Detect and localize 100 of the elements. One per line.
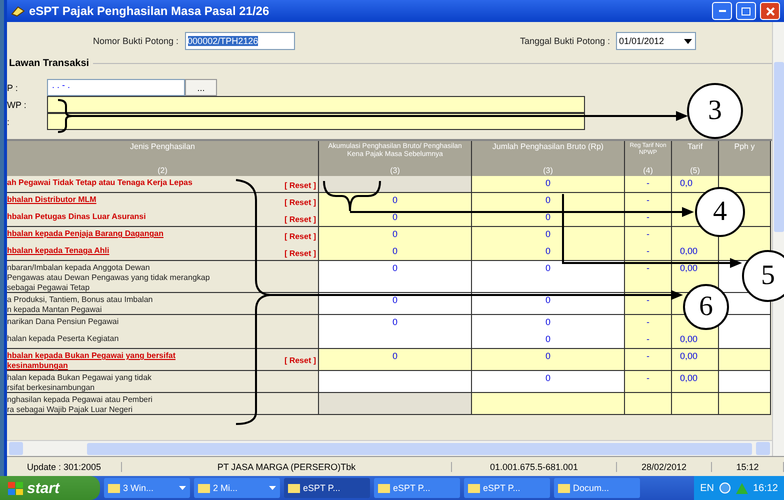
browse-button[interactable]: ... bbox=[185, 79, 217, 96]
table-cell: - bbox=[625, 371, 672, 393]
row-link[interactable]: hbalan kepada Bukan Pegawai yang bersifat kesinambungan bbox=[7, 351, 176, 371]
row-link[interactable]: hbalan kepada Penjaja Barang Dagangan bbox=[7, 229, 164, 239]
row-link[interactable]: hbalan kepada Tenaga Ahli bbox=[7, 246, 110, 256]
reset-link[interactable]: [ Reset ] bbox=[284, 198, 316, 207]
table-cell: 0 bbox=[319, 193, 472, 210]
brace-drawing bbox=[323, 180, 381, 212]
tray-icon[interactable] bbox=[718, 482, 731, 494]
table-cell bbox=[719, 371, 771, 393]
field-label: P : bbox=[7, 82, 19, 92]
taskbar-button[interactable]: eSPT P... bbox=[464, 478, 550, 498]
table-cell bbox=[672, 393, 719, 415]
row-link[interactable]: hbalan Petugas Dinas Luar Asuransi bbox=[7, 212, 146, 222]
window-icon bbox=[378, 484, 390, 492]
language-indicator[interactable]: EN bbox=[700, 482, 714, 494]
reset-link[interactable]: [ Reset ] bbox=[284, 180, 316, 190]
column-header: Tarif (5) bbox=[672, 141, 719, 176]
nomor-field[interactable]: 000002/TPH2126 bbox=[184, 32, 295, 50]
window-icon bbox=[288, 484, 300, 492]
table-cell: 0 bbox=[319, 315, 472, 332]
close-icon bbox=[766, 6, 774, 16]
reset-link[interactable]: [ Reset ] bbox=[284, 356, 316, 365]
brace-drawing bbox=[58, 99, 73, 133]
scrollbar-thumb[interactable] bbox=[87, 442, 752, 454]
column-header: Pph y bbox=[719, 141, 771, 176]
table-cell: 0,00 bbox=[672, 244, 719, 261]
table-cell: 0 bbox=[472, 371, 625, 393]
input-field[interactable] bbox=[47, 96, 585, 113]
table-cell bbox=[719, 393, 771, 415]
window-icon bbox=[558, 484, 570, 492]
windows-logo-icon bbox=[8, 482, 23, 494]
table-cell: 0 bbox=[319, 293, 472, 315]
table-cell: 0,00 bbox=[672, 332, 719, 349]
taskbar-button[interactable]: eSPT P... bbox=[284, 478, 370, 498]
taskbar-button[interactable]: Docum... bbox=[554, 478, 640, 498]
dropdown-arrow-icon bbox=[684, 38, 692, 44]
taskbar-button[interactable]: 2 Mi... bbox=[194, 478, 280, 498]
window-icon bbox=[108, 484, 120, 492]
table-cell: 0 bbox=[472, 315, 625, 332]
table-cell: 0 bbox=[472, 261, 625, 293]
table-cell: - bbox=[625, 293, 672, 315]
table-cell: 0,0 bbox=[672, 176, 719, 193]
close-button[interactable] bbox=[760, 2, 780, 20]
minimize-button[interactable] bbox=[712, 2, 732, 20]
clock: 16:12 bbox=[752, 482, 778, 494]
reset-link[interactable]: [ Reset ] bbox=[284, 232, 316, 241]
input-field[interactable]: . . - . bbox=[47, 79, 185, 96]
table-cell: 0 bbox=[319, 244, 472, 261]
status-text: 15:12 bbox=[712, 462, 784, 472]
reset-link[interactable]: [ Reset ] bbox=[284, 248, 316, 258]
table-cell: 0 bbox=[472, 349, 625, 371]
maximize-button[interactable] bbox=[736, 2, 756, 20]
window-title: eSPT Pajak Penghasilan Masa Pasal 21/26 bbox=[29, 4, 270, 18]
window-icon bbox=[198, 484, 210, 492]
app-icon bbox=[11, 5, 25, 17]
taskbar-button[interactable]: 3 Win... bbox=[104, 478, 190, 498]
table-cell: 0 bbox=[472, 176, 625, 193]
table-cell bbox=[719, 332, 771, 349]
section-title: Lawan Transaksi bbox=[9, 58, 90, 69]
table-cell bbox=[719, 176, 771, 193]
window-icon bbox=[468, 484, 480, 492]
table-cell: - bbox=[625, 193, 672, 210]
table-cell: 0 bbox=[472, 332, 625, 349]
table-cell: 0 bbox=[319, 227, 472, 244]
status-text: PT JASA MARGA (PERSERO)Tbk bbox=[122, 462, 452, 472]
table-cell: 0 bbox=[472, 293, 625, 315]
reset-link[interactable]: [ Reset ] bbox=[284, 214, 316, 224]
table-cell bbox=[625, 393, 672, 415]
taskbar-button[interactable]: eSPT P... bbox=[374, 478, 460, 498]
status-text: Update : 301:2005 bbox=[7, 462, 122, 472]
field-label: Tanggal Bukti Potong : bbox=[520, 36, 610, 46]
table-cell: - bbox=[625, 332, 672, 349]
table-cell: - bbox=[625, 244, 672, 261]
table-cell: 0 bbox=[319, 261, 472, 293]
field-label: : bbox=[7, 116, 11, 126]
table-cell: - bbox=[625, 227, 672, 244]
column-header: Jumlah Penghasilan Bruto (Rp) (3) bbox=[472, 141, 625, 176]
field-label: WP : bbox=[7, 100, 28, 110]
scrollbar-thumb[interactable] bbox=[774, 62, 784, 232]
table-cell bbox=[719, 315, 771, 332]
table-cell: - bbox=[625, 349, 672, 371]
table-cell: - bbox=[625, 261, 672, 293]
row-label: halan kepada Peserta Kegiatan bbox=[7, 334, 119, 344]
maximize-icon bbox=[741, 6, 751, 16]
row-link[interactable]: bhalan Distributor MLM bbox=[7, 195, 96, 205]
table-cell: 0,00 bbox=[672, 371, 719, 393]
date-dropdown[interactable]: 01/01/2012 bbox=[616, 32, 696, 50]
table-cell bbox=[719, 349, 771, 371]
table-cell: 0 bbox=[472, 227, 625, 244]
status-text: 01.001.675.5-681.001 bbox=[452, 462, 617, 472]
row-link[interactable]: ah Pegawai Tidak Tetap atau Tenaga Kerja Lepas bbox=[7, 178, 192, 188]
row-link[interactable]: nghasilan kepada Pegawai atau Pemberi ra sebagai Wajib Pajak Luar Negeri bbox=[7, 395, 152, 415]
table-cell: 0 bbox=[472, 244, 625, 261]
table-cell: 0 bbox=[319, 210, 472, 227]
table-cell: - bbox=[625, 315, 672, 332]
start-button[interactable]: start bbox=[0, 476, 100, 500]
field-label: Nomor Bukti Potong : bbox=[93, 36, 179, 46]
column-header: Jenis Penghasilan (2) bbox=[7, 141, 319, 176]
table-cell: - bbox=[625, 176, 672, 193]
